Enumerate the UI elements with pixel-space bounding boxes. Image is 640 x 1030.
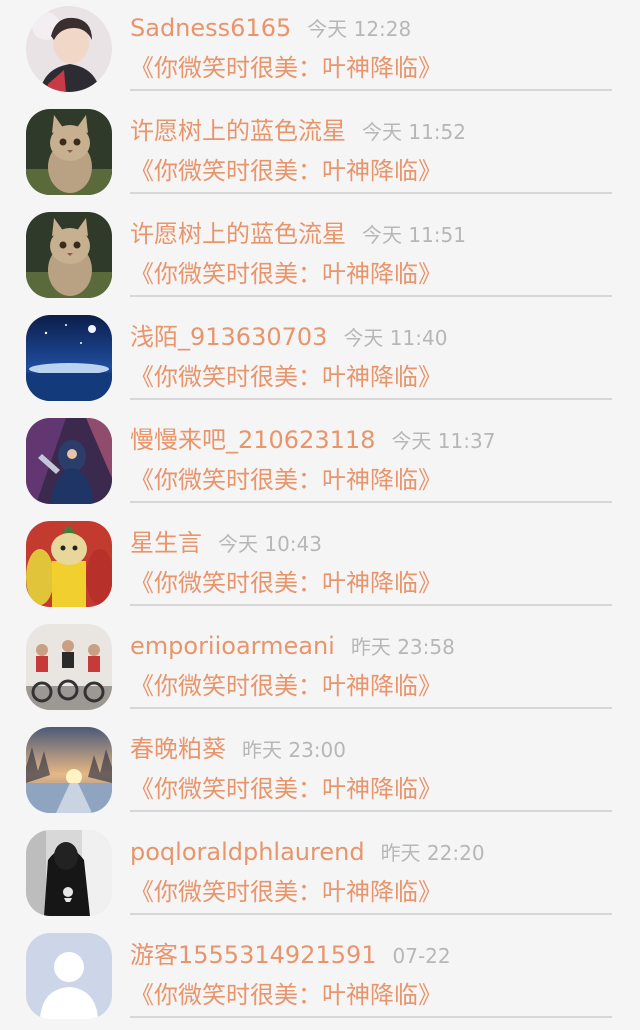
username[interactable]: 许愿树上的蓝色流星 — [130, 220, 346, 248]
kitten-photo-avatar — [26, 212, 112, 298]
avatar[interactable] — [26, 933, 112, 1019]
username[interactable]: 游客1555314921591 — [130, 941, 377, 969]
person-photo-avatar — [26, 6, 112, 92]
avatar[interactable] — [26, 212, 112, 298]
list-item[interactable]: Sadness6165 今天 12:28 《你微笑时很美：叶神降临》 — [0, 0, 640, 103]
book-title[interactable]: 《你微笑时很美：叶神降临》 — [130, 567, 442, 599]
comment-header: emporiioarmeani 昨天 23:58 — [130, 630, 455, 663]
divider — [130, 398, 612, 400]
comment-time: 今天 11:52 — [362, 120, 466, 144]
avatar[interactable] — [26, 418, 112, 504]
username[interactable]: poqloraldphlaurend — [130, 838, 365, 866]
comment-header: 浅陌_913630703 今天 11:40 — [130, 321, 447, 354]
list-item[interactable]: 许愿树上的蓝色流星 今天 11:52 《你微笑时很美：叶神降临》 — [0, 103, 640, 206]
divider — [130, 604, 612, 606]
kitten-photo-avatar — [26, 109, 112, 195]
comment-header: 许愿树上的蓝色流星 今天 11:52 — [130, 115, 466, 148]
divider — [130, 707, 612, 709]
avatar[interactable] — [26, 624, 112, 710]
list-item[interactable]: 慢慢来吧_210623118 今天 11:37 《你微笑时很美：叶神降临》 — [0, 412, 640, 515]
book-title[interactable]: 《你微笑时很美：叶神降临》 — [130, 979, 442, 1011]
list-item[interactable]: poqloraldphlaurend 昨天 22:20 《你微笑时很美：叶神降临》 — [0, 824, 640, 927]
list-item[interactable]: 浅陌_913630703 今天 11:40 《你微笑时很美：叶神降临》 — [0, 309, 640, 412]
comment-header: 星生言 今天 10:43 — [130, 527, 322, 560]
username[interactable]: 浅陌_913630703 — [130, 323, 327, 351]
list-item[interactable]: emporiioarmeani 昨天 23:58 《你微笑时很美：叶神降临》 — [0, 618, 640, 721]
book-title[interactable]: 《你微笑时很美：叶神降临》 — [130, 670, 442, 702]
game-character-avatar — [26, 418, 112, 504]
divider — [130, 295, 612, 297]
comment-time: 昨天 23:58 — [350, 635, 455, 659]
comment-time: 今天 11:51 — [362, 223, 466, 247]
book-title[interactable]: 《你微笑时很美：叶神降临》 — [130, 258, 442, 290]
comment-header: 慢慢来吧_210623118 今天 11:37 — [130, 424, 495, 457]
comment-header: 许愿树上的蓝色流星 今天 11:51 — [130, 218, 466, 251]
avatar[interactable] — [26, 830, 112, 916]
username[interactable]: Sadness6165 — [130, 14, 291, 42]
comment-time: 昨天 22:20 — [380, 841, 485, 865]
comment-time: 今天 11:40 — [343, 326, 448, 350]
list-item[interactable]: 许愿树上的蓝色流星 今天 11:51 《你微笑时很美：叶神降临》 — [0, 206, 640, 309]
avatar[interactable] — [26, 315, 112, 401]
sunset-road-avatar — [26, 727, 112, 813]
list-item[interactable]: 星生言 今天 10:43 《你微笑时很美：叶神降临》 — [0, 515, 640, 618]
book-title[interactable]: 《你微笑时很美：叶神降临》 — [130, 52, 442, 84]
comment-header: poqloraldphlaurend 昨天 22:20 — [130, 836, 485, 869]
comment-header: Sadness6165 今天 12:28 — [130, 12, 411, 45]
book-title[interactable]: 《你微笑时很美：叶神降临》 — [130, 773, 442, 805]
comment-header: 春晚粕葵 昨天 23:00 — [130, 733, 346, 766]
divider — [130, 913, 612, 915]
book-title[interactable]: 《你微笑时很美：叶神降临》 — [130, 876, 442, 908]
username[interactable]: emporiioarmeani — [130, 632, 335, 660]
username[interactable]: 慢慢来吧_210623118 — [130, 426, 375, 454]
avatar[interactable] — [26, 521, 112, 607]
cycling-class-avatar — [26, 624, 112, 710]
dark-figure-avatar — [26, 830, 112, 916]
comment-time: 昨天 23:00 — [242, 738, 346, 762]
comment-time: 07-22 — [392, 944, 451, 968]
default-user-avatar — [26, 933, 112, 1019]
divider — [130, 192, 612, 194]
list-item[interactable]: 春晚粕葵 昨天 23:00 《你微笑时很美：叶神降临》 — [0, 721, 640, 824]
divider — [130, 89, 612, 91]
username[interactable]: 星生言 — [130, 529, 202, 557]
username[interactable]: 许愿树上的蓝色流星 — [130, 117, 346, 145]
avatar[interactable] — [26, 109, 112, 195]
divider — [130, 810, 612, 812]
night-sky-avatar — [26, 315, 112, 401]
cartoon-figure-avatar — [26, 521, 112, 607]
book-title[interactable]: 《你微笑时很美：叶神降临》 — [130, 361, 442, 393]
comment-time: 今天 10:43 — [218, 532, 322, 556]
avatar[interactable] — [26, 727, 112, 813]
avatar[interactable] — [26, 6, 112, 92]
comment-time: 今天 12:28 — [307, 17, 412, 41]
book-title[interactable]: 《你微笑时很美：叶神降临》 — [130, 155, 442, 187]
comment-time: 今天 11:37 — [391, 429, 496, 453]
divider — [130, 1016, 612, 1018]
book-title[interactable]: 《你微笑时很美：叶神降临》 — [130, 464, 442, 496]
comment-list: Sadness6165 今天 12:28 《你微笑时很美：叶神降临》 许愿树上的蓝… — [0, 0, 640, 1019]
username[interactable]: 春晚粕葵 — [130, 735, 226, 763]
divider — [130, 501, 612, 503]
list-item[interactable]: 游客1555314921591 07-22 《你微笑时很美：叶神降临》 — [0, 927, 640, 1030]
comment-header: 游客1555314921591 07-22 — [130, 939, 451, 972]
